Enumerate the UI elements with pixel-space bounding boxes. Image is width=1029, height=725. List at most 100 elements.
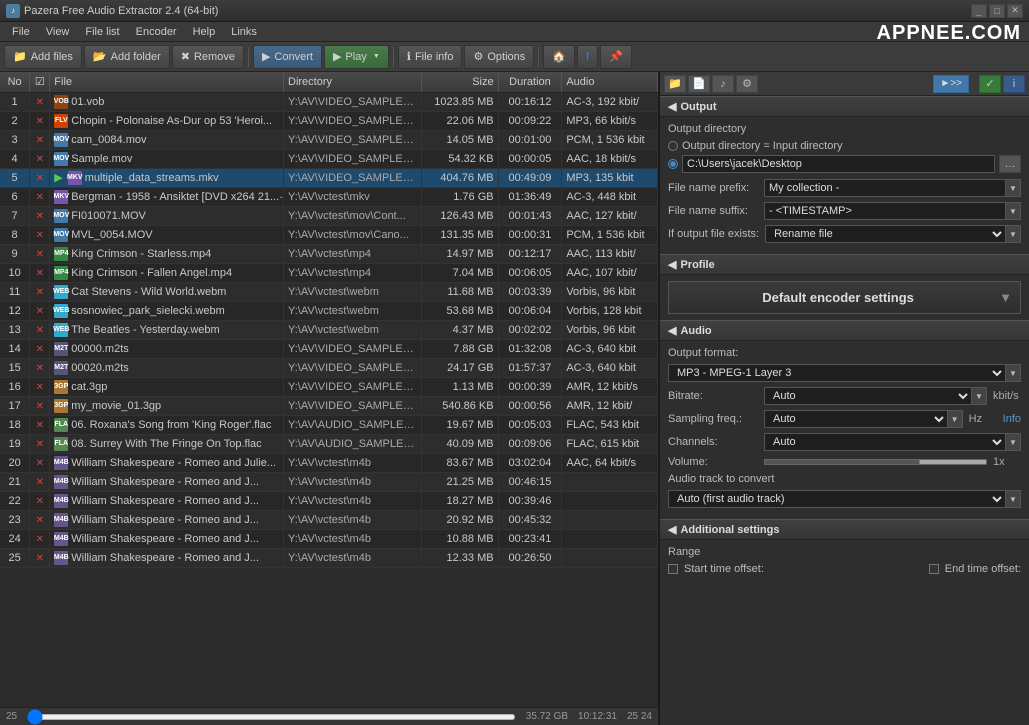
cell-check[interactable]: ✕ bbox=[30, 206, 50, 225]
cell-check[interactable]: ✕ bbox=[30, 453, 50, 472]
table-row[interactable]: 1 ✕ VOB 01.vob Y:\AV\VIDEO_SAMPLES... 10… bbox=[0, 92, 658, 111]
prefix-input[interactable] bbox=[764, 179, 1005, 197]
table-row[interactable]: 17 ✕ 3GP my_movie_01.3gp Y:\AV\VIDEO_SAM… bbox=[0, 396, 658, 415]
right-tb-music-btn[interactable]: ♪ bbox=[712, 75, 734, 93]
right-tb-arrow-btn[interactable]: ►>> bbox=[933, 75, 969, 93]
format-drop-arrow[interactable]: ▼ bbox=[1005, 364, 1021, 382]
cell-check[interactable]: ✕ bbox=[30, 244, 50, 263]
table-row[interactable]: 14 ✕ M2T 00000.m2ts Y:\AV\VIDEO_SAMPLES.… bbox=[0, 339, 658, 358]
cell-check[interactable]: ✕ bbox=[30, 187, 50, 206]
menu-help[interactable]: Help bbox=[185, 24, 224, 40]
cell-check[interactable]: ✕ bbox=[30, 415, 50, 434]
table-row[interactable]: 7 ✕ MOV FI010071.MOV Y:\AV\vctest\mov\Co… bbox=[0, 206, 658, 225]
cell-check[interactable]: ✕ bbox=[30, 472, 50, 491]
radio-input-dir[interactable] bbox=[668, 141, 678, 151]
audio-section-header[interactable]: ◀ Audio bbox=[660, 320, 1029, 341]
table-row[interactable]: 11 ✕ WEB Cat Stevens - Wild World.webm Y… bbox=[0, 282, 658, 301]
table-row[interactable]: 18 ✕ FLA 06. Roxana's Song from 'King Ro… bbox=[0, 415, 658, 434]
right-tb-gear-btn[interactable]: ⚙ bbox=[736, 75, 758, 93]
col-header-audio[interactable]: Audio bbox=[562, 72, 658, 92]
cell-check[interactable]: ✕ bbox=[30, 510, 50, 529]
table-row[interactable]: 4 ✕ MOV Sample.mov Y:\AV\VIDEO_SAMPLES..… bbox=[0, 149, 658, 168]
cell-check[interactable]: ✕ bbox=[30, 301, 50, 320]
channels-drop-arrow[interactable]: ▼ bbox=[1005, 433, 1021, 451]
if-exists-select[interactable]: Rename file ▼ bbox=[765, 225, 1021, 243]
audio-track-input[interactable]: Auto (first audio track) bbox=[668, 490, 1005, 508]
add-files-button[interactable]: 📁 Add files bbox=[4, 45, 82, 69]
channels-select[interactable]: Auto ▼ bbox=[764, 433, 1021, 451]
table-row[interactable]: 22 ✕ M4B William Shakespeare - Romeo and… bbox=[0, 491, 658, 510]
sampling-input[interactable]: Auto bbox=[764, 410, 947, 428]
bitrate-drop-arrow[interactable]: ▼ bbox=[971, 387, 987, 405]
right-tb-folder-btn[interactable]: 📁 bbox=[664, 75, 686, 93]
cell-check[interactable]: ✕ bbox=[30, 149, 50, 168]
table-row[interactable]: 12 ✕ WEB sosnowiec_park_sielecki.webm Y:… bbox=[0, 301, 658, 320]
cell-check[interactable]: ✕ bbox=[30, 529, 50, 548]
start-time-checkbox[interactable] bbox=[668, 564, 678, 574]
profile-drop-arrow[interactable]: ▼ bbox=[999, 290, 1012, 305]
horizontal-scrollbar[interactable] bbox=[27, 714, 516, 720]
suffix-drop-arrow[interactable]: ▼ bbox=[1005, 202, 1021, 220]
table-row[interactable]: 20 ✕ M4B William Shakespeare - Romeo and… bbox=[0, 453, 658, 472]
suffix-input[interactable] bbox=[764, 202, 1005, 220]
cell-check[interactable]: ✕ bbox=[30, 377, 50, 396]
table-row[interactable]: 3 ✕ MOV cam_0084.mov Y:\AV\VIDEO_SAMPLES… bbox=[0, 130, 658, 149]
radio-custom-dir[interactable] bbox=[668, 159, 678, 169]
menu-view[interactable]: View bbox=[38, 24, 78, 40]
col-header-size[interactable]: Size bbox=[422, 72, 498, 92]
minimize-button[interactable]: _ bbox=[971, 4, 987, 18]
close-button[interactable]: ✕ bbox=[1007, 4, 1023, 18]
if-exists-drop-arrow[interactable]: ▼ bbox=[1005, 225, 1021, 243]
audio-track-select[interactable]: Auto (first audio track) ▼ bbox=[668, 490, 1021, 508]
menu-filelist[interactable]: File list bbox=[77, 24, 127, 40]
options-button[interactable]: ⚙ Options bbox=[464, 45, 534, 69]
file-info-button[interactable]: ℹ File info bbox=[398, 45, 463, 69]
suffix-select[interactable]: ▼ bbox=[764, 202, 1021, 220]
channels-input[interactable]: Auto bbox=[764, 433, 1005, 451]
table-row[interactable]: 24 ✕ M4B William Shakespeare - Romeo and… bbox=[0, 529, 658, 548]
table-row[interactable]: 9 ✕ MP4 King Crimson - Starless.mp4 Y:\A… bbox=[0, 244, 658, 263]
cell-check[interactable]: ✕ bbox=[30, 491, 50, 510]
cell-check[interactable]: ✕ bbox=[30, 358, 50, 377]
format-select[interactable]: MP3 - MPEG-1 Layer 3 ▼ bbox=[668, 364, 1021, 382]
pin-button[interactable]: 📌 bbox=[600, 45, 632, 69]
cell-check[interactable]: ✕ bbox=[30, 130, 50, 149]
table-row[interactable]: 5 ✕ ▶ MKV multiple_data_streams.mkv Y:\A… bbox=[0, 168, 658, 187]
right-tb-info-btn[interactable]: i bbox=[1003, 75, 1025, 93]
table-row[interactable]: 16 ✕ 3GP cat.3gp Y:\AV\VIDEO_SAMPLES... … bbox=[0, 377, 658, 396]
prefix-drop-arrow[interactable]: ▼ bbox=[1005, 179, 1021, 197]
cell-check[interactable]: ✕ bbox=[30, 548, 50, 567]
cell-check[interactable]: ✕ bbox=[30, 111, 50, 130]
table-row[interactable]: 6 ✕ MKV Bergman - 1958 - Ansiktet [DVD x… bbox=[0, 187, 658, 206]
table-row[interactable]: 8 ✕ MOV MVL_0054.MOV Y:\AV\vctest\mov\Ca… bbox=[0, 225, 658, 244]
output-section-header[interactable]: ◀ Output bbox=[660, 96, 1029, 117]
output-dir-option2[interactable]: … bbox=[668, 155, 1021, 173]
cell-check[interactable]: ✕ bbox=[30, 92, 50, 111]
profile-box[interactable]: Default encoder settings ▼ bbox=[668, 281, 1021, 314]
info-link[interactable]: Info bbox=[1003, 413, 1021, 425]
right-tb-file-btn[interactable]: 📄 bbox=[688, 75, 710, 93]
end-time-checkbox[interactable] bbox=[929, 564, 939, 574]
custom-dir-input[interactable] bbox=[682, 155, 995, 173]
cell-check[interactable]: ✕ bbox=[30, 339, 50, 358]
window-controls[interactable]: _ □ ✕ bbox=[971, 4, 1023, 18]
bitrate-input[interactable]: Auto bbox=[764, 387, 971, 405]
col-header-duration[interactable]: Duration bbox=[498, 72, 562, 92]
cell-check[interactable]: ✕ bbox=[30, 320, 50, 339]
audio-track-drop-arrow[interactable]: ▼ bbox=[1005, 490, 1021, 508]
cell-check[interactable]: ✕ bbox=[30, 168, 50, 187]
if-exists-input[interactable]: Rename file bbox=[765, 225, 1005, 243]
table-row[interactable]: 15 ✕ M2T 00020.m2ts Y:\AV\VIDEO_SAMPLES.… bbox=[0, 358, 658, 377]
table-row[interactable]: 2 ✕ FLV Chopin - Polonaise As-Dur op 53 … bbox=[0, 111, 658, 130]
format-input[interactable]: MP3 - MPEG-1 Layer 3 bbox=[668, 364, 1005, 382]
table-row[interactable]: 19 ✕ FLA 08. Surrey With The Fringe On T… bbox=[0, 434, 658, 453]
add-folder-button[interactable]: 📂 Add folder bbox=[84, 45, 170, 69]
col-header-file[interactable]: File bbox=[50, 72, 284, 92]
menu-links[interactable]: Links bbox=[223, 24, 265, 40]
table-row[interactable]: 10 ✕ MP4 King Crimson - Fallen Angel.mp4… bbox=[0, 263, 658, 282]
convert-button[interactable]: ▶ Convert bbox=[253, 45, 322, 69]
sampling-drop-arrow[interactable]: ▼ bbox=[947, 410, 963, 428]
cell-check[interactable]: ✕ bbox=[30, 396, 50, 415]
cell-check[interactable]: ✕ bbox=[30, 282, 50, 301]
output-dir-option1[interactable]: Output directory = Input directory bbox=[668, 140, 1021, 152]
